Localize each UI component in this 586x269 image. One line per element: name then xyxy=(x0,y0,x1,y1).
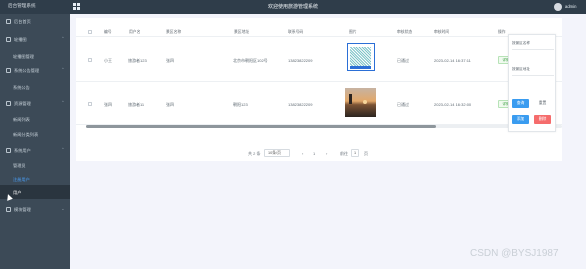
watermark: CSDN @BYSJ1987 xyxy=(470,248,559,259)
cell-time: 2023-02-14 16:32:00 xyxy=(434,102,472,107)
col-header-status: 审核状态 xyxy=(397,30,413,34)
sidebar-item-notice[interactable]: 系统公告管理 ⌃ xyxy=(0,65,70,76)
filter-panel: 按景区名称 按景区地址 查询 重置 添加 删除 xyxy=(508,34,556,132)
folder-icon xyxy=(6,101,11,106)
chevron-up-icon: ⌃ xyxy=(61,147,65,152)
goto-page-input[interactable]: 1 xyxy=(351,149,359,157)
delete-button[interactable]: 删除 xyxy=(534,115,551,124)
col-header-phone: 联系号码 xyxy=(288,30,304,34)
notice-icon xyxy=(6,68,11,73)
main-content: 编号 用户名 景区名称 景区地址 联系号码 图片 审核状态 审核时间 操作 小王… xyxy=(70,14,586,269)
prev-page-button[interactable]: ‹ xyxy=(302,151,303,156)
sidebar-item-label: 模块管理 xyxy=(14,207,31,212)
sidebar-item-label: 资源管理 xyxy=(14,101,31,106)
sidebar-item-carousel[interactable]: 轮播图 ⌃ xyxy=(0,34,70,45)
cell-phone: 13823822209 xyxy=(288,102,313,107)
select-all-checkbox[interactable] xyxy=(88,30,92,34)
cell-time: 2023-02-14 16:37:11 xyxy=(434,58,471,63)
cell-username: 旅游者123 xyxy=(128,58,147,63)
col-header-address: 景区地址 xyxy=(234,30,250,34)
sidebar-item-home[interactable]: 后台首页 xyxy=(0,16,70,27)
sidebar-item-label: 后台首页 xyxy=(14,19,31,24)
filter-input-address[interactable] xyxy=(512,75,554,76)
goto-label: 前往 xyxy=(340,151,348,156)
table-row: 张四 旅游者11 张四 朝阳123 13823822209 已通过 2023-0… xyxy=(76,81,562,125)
user-name[interactable]: admin xyxy=(565,4,576,9)
filter-label-address: 按景区地址 xyxy=(512,67,530,71)
sidebar-item-label: 系统公告管理 xyxy=(14,68,40,73)
goto-suffix: 页 xyxy=(364,151,368,156)
sidebar: 后台首页 轮播图 ⌃ 轮播图管理 系统公告管理 ⌃ 系统公告 资源管理 ⌃ 新闻… xyxy=(0,14,70,269)
cell-phone: 13823822209 xyxy=(288,58,313,63)
cell-status: 已通过 xyxy=(397,102,409,107)
chevron-up-icon: ⌃ xyxy=(61,67,65,72)
sidebar-item-label: 新闻列表 xyxy=(13,117,30,122)
grid-icon xyxy=(6,207,11,212)
avatar[interactable] xyxy=(554,3,562,11)
pagination: 共 2 条 10条/页 ‹ 1 › 前往 1 页 xyxy=(76,149,562,161)
filter-label-name: 按景区名称 xyxy=(512,41,530,45)
sidebar-item-label: 系统用户 xyxy=(14,148,31,153)
scenic-image-thumbnail[interactable] xyxy=(347,43,375,71)
row-checkbox[interactable] xyxy=(88,58,92,62)
cell-name: 张四 xyxy=(166,102,174,107)
scenic-image-thumbnail[interactable] xyxy=(345,88,376,117)
sidebar-item-carousel-manage[interactable]: 轮播图管理 xyxy=(0,51,70,62)
page-size-select[interactable]: 10条/页 xyxy=(264,149,290,157)
pager-total: 共 2 条 xyxy=(248,151,261,156)
page-title: 欢迎使用旅游管理系统 xyxy=(267,4,318,10)
horizontal-scrollbar-thumb[interactable] xyxy=(86,125,436,128)
cell-status: 已通过 xyxy=(397,58,409,63)
table-header xyxy=(76,27,562,37)
sidebar-item-admin[interactable]: 管理员 xyxy=(0,160,70,171)
sidebar-item-system-users[interactable]: 系统用户 ⌃ xyxy=(0,145,70,156)
sidebar-item-notice-list[interactable]: 系统公告 xyxy=(0,82,70,93)
sidebar-item-registered-users[interactable]: 注册用户 xyxy=(0,174,70,185)
next-page-button[interactable]: › xyxy=(326,151,327,156)
table-panel: 编号 用户名 景区名称 景区地址 联系号码 图片 审核状态 审核时间 操作 小王… xyxy=(76,18,562,161)
image-icon xyxy=(6,37,11,42)
sidebar-item-news-category[interactable]: 新闻分类列表 xyxy=(0,129,70,140)
top-bar: 后台管理系统 欢迎使用旅游管理系统 admin xyxy=(0,0,586,14)
sidebar-item-news[interactable]: 新闻列表 xyxy=(0,114,70,125)
sidebar-item-label: 系统公告 xyxy=(13,85,30,90)
col-header-id: 编号 xyxy=(104,30,112,34)
col-header-name: 景区名称 xyxy=(166,30,182,34)
sidebar-item-label: 轮播图 xyxy=(14,37,27,42)
sidebar-item-modules[interactable]: 模块管理 ⌄ xyxy=(0,204,70,215)
chevron-up-icon: ⌃ xyxy=(61,100,65,105)
cell-name: 张四 xyxy=(166,58,174,63)
add-button[interactable]: 添加 xyxy=(512,115,529,124)
col-header-time: 审核时间 xyxy=(434,30,450,34)
cell-address: 朝阳123 xyxy=(233,102,248,107)
sidebar-item-label: 轮播图管理 xyxy=(13,54,34,59)
sidebar-item-resource[interactable]: 资源管理 ⌃ xyxy=(0,98,70,109)
table-row: 小王 旅游者123 张四 北京市朝阳区102号 13823822209 已通过 … xyxy=(76,38,562,82)
current-page-number[interactable]: 1 xyxy=(313,151,315,156)
reset-button[interactable]: 重置 xyxy=(534,99,551,108)
search-button[interactable]: 查询 xyxy=(512,99,529,108)
filter-input-name[interactable] xyxy=(512,49,554,50)
sidebar-item-label: 管理员 xyxy=(13,163,26,168)
sidebar-item-label: 用户 xyxy=(13,190,22,195)
chevron-up-icon: ⌃ xyxy=(61,36,65,41)
user-icon xyxy=(6,148,11,153)
cell-id: 小王 xyxy=(104,58,112,63)
col-header-image: 图片 xyxy=(349,30,357,34)
col-header-username: 用户名 xyxy=(129,30,141,34)
col-header-action: 操作 xyxy=(498,30,506,34)
cell-username: 旅游者11 xyxy=(128,102,145,107)
row-checkbox[interactable] xyxy=(88,102,92,106)
sidebar-item-label: 新闻分类列表 xyxy=(13,132,39,137)
sidebar-item-label: 注册用户 xyxy=(13,177,30,182)
cell-address: 北京市朝阳区102号 xyxy=(233,58,268,63)
app-window: 后台管理系统 欢迎使用旅游管理系统 admin 后台首页 轮播图 ⌃ 轮播图管理… xyxy=(0,0,586,269)
home-icon xyxy=(6,19,11,24)
chevron-down-icon: ⌄ xyxy=(61,206,65,211)
cell-id: 张四 xyxy=(104,102,112,107)
